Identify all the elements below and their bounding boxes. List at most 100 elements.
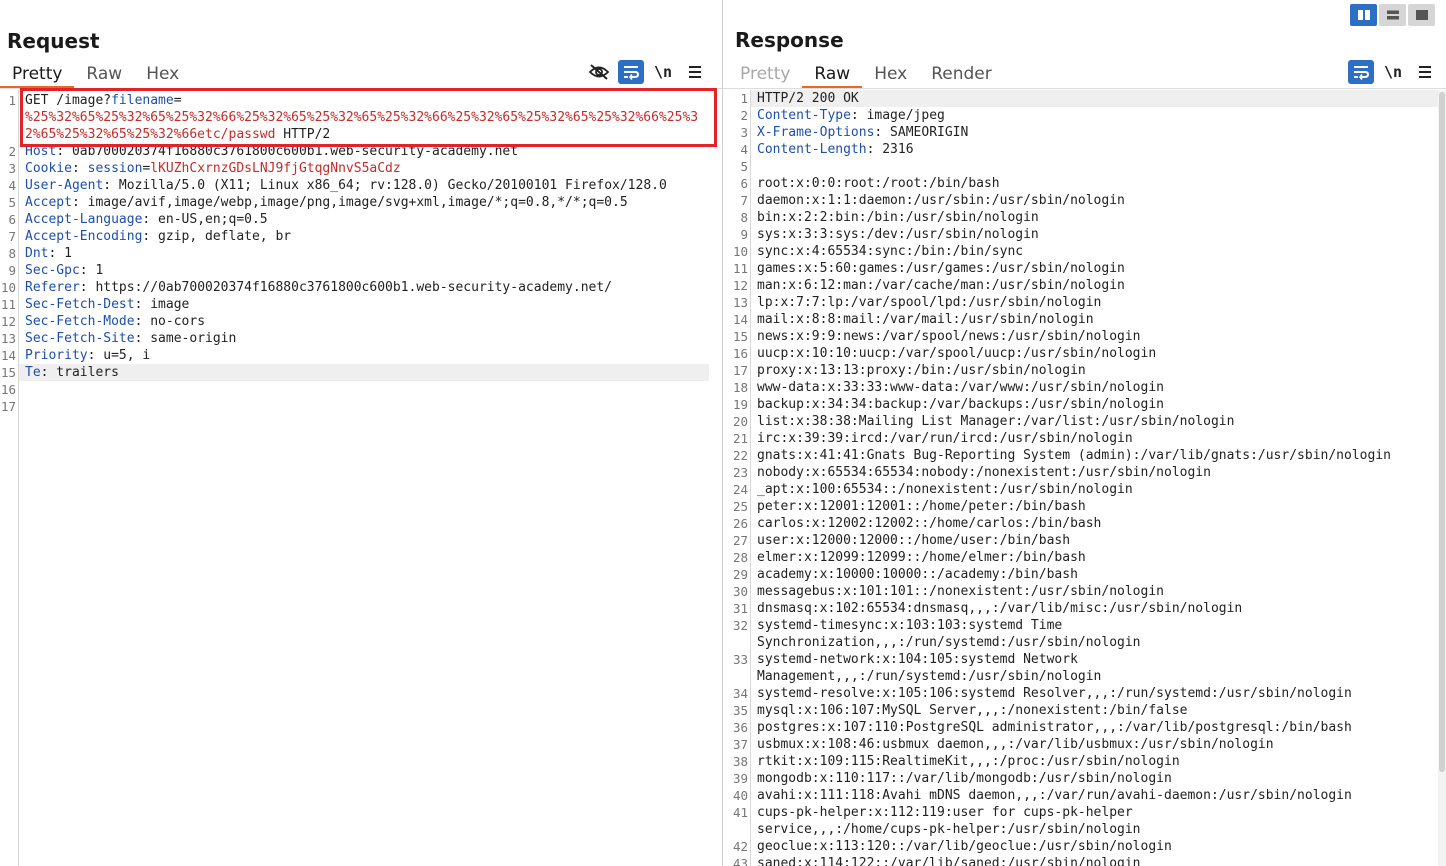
editor-line[interactable]: 7 daemon:x:1:1:daemon:/usr/sbin:/usr/sbin… (723, 192, 1446, 209)
editor-line[interactable]: 20 list:x:38:38:Mailing List Manager:/var… (723, 413, 1446, 430)
editor-line[interactable]: 27 user:x:12000:12000::/home/user:/bin/ba… (723, 532, 1446, 549)
editor-line[interactable]: 15 news:x:9:9:news:/var/spool/news:/usr/s… (723, 328, 1446, 345)
tab-raw[interactable]: Raw (802, 60, 863, 88)
line-number: 29 (732, 567, 748, 582)
editor-line[interactable]: 14 Priority: u=5, i (0, 347, 722, 364)
line-text: Accept: image/avif,image/webp,image/png,… (19, 194, 709, 211)
line-text: academy:x:10000:10000::/academy:/bin/bas… (751, 566, 1441, 583)
editor-line[interactable]: 11 games:x:5:60:games:/usr/games:/usr/sbi… (723, 260, 1446, 277)
editor-line[interactable]: 4 User-Agent: Mozilla/5.0 (X11; Linux x86… (0, 177, 722, 194)
editor-line[interactable]: 26 carlos:x:12002:12002::/home/carlos:/bi… (723, 515, 1446, 532)
line-text: systemd-resolve:x:105:106:systemd Resolv… (751, 685, 1441, 702)
layout-stacked-icon[interactable] (1379, 4, 1406, 26)
editor-line[interactable]: 23 nobody:x:65534:65534:nobody:/nonexiste… (723, 464, 1446, 481)
editor-line[interactable]: 35 mysql:x:106:107:MySQL Server,,,:/nonex… (723, 702, 1446, 719)
editor-line[interactable]: 30 messagebus:x:101:101::/nonexistent:/us… (723, 583, 1446, 600)
response-tab-rule (723, 88, 1446, 89)
editor-line[interactable]: 10 sync:x:4:65534:sync:/bin:/bin/sync (723, 243, 1446, 260)
text-segment: : Mozilla/5.0 (X11; Linux x86_64; rv:128… (103, 178, 667, 193)
line-number: 17 (0, 399, 16, 414)
request-editor[interactable]: 1 GET /image?filename= %25%32%65%25%32%65… (0, 90, 722, 866)
editor-line[interactable]: 6 Accept-Language: en-US,en;q=0.5 (0, 211, 722, 228)
editor-line[interactable]: 16 (0, 381, 722, 398)
editor-line[interactable]: 1 HTTP/2 200 OK (723, 90, 1446, 107)
editor-line[interactable]: 2 Content-Type: image/jpeg (723, 107, 1446, 124)
editor-line[interactable]: 13 Sec-Fetch-Site: same-origin (0, 330, 722, 347)
line-number: 5 (8, 195, 16, 210)
editor-line[interactable]: 17 (0, 398, 722, 415)
response-editor[interactable]: 1 HTTP/2 200 OK 2 Content-Type: image/jpeg 3… (723, 90, 1446, 866)
editor-line[interactable]: 3 Cookie: session=lKUZhCxrnzGDsLNJ9fjGtqg… (0, 160, 722, 177)
editor-line[interactable]: 33 systemd-network:x:104:105:systemd Netw… (723, 651, 1446, 685)
tab-hex[interactable]: Hex (134, 60, 191, 88)
menu-icon[interactable] (1412, 60, 1438, 84)
editor-line[interactable]: 15 Te: trailers (0, 364, 722, 381)
editor-line[interactable]: 42 geoclue:x:113:120::/var/lib/geoclue:/u… (723, 838, 1446, 855)
editor-line[interactable]: 8 Dnt: 1 (0, 245, 722, 262)
editor-line[interactable]: 25 peter:x:12001:12001::/home/peter:/bin/… (723, 498, 1446, 515)
text-segment: _apt:x:100:65534::/nonexistent:/usr/sbin… (757, 482, 1133, 497)
editor-line[interactable]: 28 elmer:x:12099:12099::/home/elmer:/bin/… (723, 549, 1446, 566)
editor-line[interactable]: 13 lp:x:7:7:lp:/var/spool/lpd:/usr/sbin/n… (723, 294, 1446, 311)
editor-line[interactable]: 3 X-Frame-Options: SAMEORIGIN (723, 124, 1446, 141)
editor-line[interactable]: 12 Sec-Fetch-Mode: no-cors (0, 313, 722, 330)
line-number: 4 (8, 178, 16, 193)
editor-line[interactable]: 1 GET /image?filename= %25%32%65%25%32%65… (0, 92, 722, 143)
editor-line[interactable]: 4 Content-Length: 2316 (723, 141, 1446, 158)
menu-icon[interactable] (682, 60, 708, 84)
editor-line[interactable]: 37 usbmux:x:108:46:usbmux daemon,,,:/var/… (723, 736, 1446, 753)
line-text: news:x:9:9:news:/var/spool/news:/usr/sbi… (751, 328, 1441, 345)
hide-icon[interactable] (586, 60, 612, 84)
editor-line[interactable]: 11 Sec-Fetch-Dest: image (0, 296, 722, 313)
line-text: User-Agent: Mozilla/5.0 (X11; Linux x86_… (19, 177, 709, 194)
newline-toggle-icon[interactable]: \n (650, 60, 676, 84)
tab-pretty[interactable]: Pretty (728, 60, 802, 88)
line-number: 7 (8, 229, 16, 244)
editor-line[interactable]: 5 (723, 158, 1446, 175)
editor-line[interactable]: 9 Sec-Gpc: 1 (0, 262, 722, 279)
editor-line[interactable]: 39 mongodb:x:110:117::/var/lib/mongodb:/u… (723, 770, 1446, 787)
text-segment: backup:x:34:34:backup:/var/backups:/usr/… (757, 397, 1164, 412)
editor-line[interactable]: 8 bin:x:2:2:bin:/bin:/usr/sbin/nologin (723, 209, 1446, 226)
tab-raw[interactable]: Raw (74, 60, 134, 88)
wrap-lines-icon[interactable] (618, 60, 644, 84)
line-number: 23 (732, 465, 748, 480)
newline-toggle-icon[interactable]: \n (1380, 60, 1406, 84)
editor-line[interactable]: 21 irc:x:39:39:ircd:/var/run/ircd:/usr/sb… (723, 430, 1446, 447)
line-number: 8 (740, 210, 748, 225)
response-scroll-thumb[interactable] (1439, 92, 1445, 772)
editor-line[interactable]: 29 academy:x:10000:10000::/academy:/bin/b… (723, 566, 1446, 583)
response-scrollbar[interactable] (1438, 90, 1446, 866)
editor-line[interactable]: 6 root:x:0:0:root:/root:/bin/bash (723, 175, 1446, 192)
tab-pretty[interactable]: Pretty (0, 60, 75, 88)
line-number: 16 (0, 382, 16, 397)
editor-line[interactable]: 32 systemd-timesync:x:103:103:systemd Tim… (723, 617, 1446, 651)
editor-line[interactable]: 38 rtkit:x:109:115:RealtimeKit,,,:/proc:/… (723, 753, 1446, 770)
line-text: www-data:x:33:33:www-data:/var/www:/usr/… (751, 379, 1441, 396)
editor-line[interactable]: 16 uucp:x:10:10:uucp:/var/spool/uucp:/usr… (723, 345, 1446, 362)
editor-line[interactable]: 18 www-data:x:33:33:www-data:/var/www:/us… (723, 379, 1446, 396)
editor-line[interactable]: 40 avahi:x:111:118:Avahi mDNS daemon,,,:/… (723, 787, 1446, 804)
editor-line[interactable]: 43 saned:x:114:122::/var/lib/saned:/usr/s… (723, 855, 1446, 866)
editor-line[interactable]: 10 Referer: https://0ab700020374f16880c37… (0, 279, 722, 296)
editor-line[interactable]: 36 postgres:x:107:110:PostgreSQL administ… (723, 719, 1446, 736)
text-segment: cups-pk-helper:x:112:119:user for cups-p… (757, 805, 1141, 837)
editor-line[interactable]: 34 systemd-resolve:x:105:106:systemd Reso… (723, 685, 1446, 702)
editor-line[interactable]: 31 dnsmasq:x:102:65534:dnsmasq,,,:/var/li… (723, 600, 1446, 617)
wrap-lines-icon[interactable] (1348, 60, 1374, 84)
editor-line[interactable]: 14 mail:x:8:8:mail:/var/mail:/usr/sbin/no… (723, 311, 1446, 328)
editor-line[interactable]: 41 cups-pk-helper:x:112:119:user for cups… (723, 804, 1446, 838)
editor-line[interactable]: 12 man:x:6:12:man:/var/cache/man:/usr/sbi… (723, 277, 1446, 294)
editor-line[interactable]: 7 Accept-Encoding: gzip, deflate, br (0, 228, 722, 245)
tab-render[interactable]: Render (919, 60, 1004, 88)
editor-line[interactable]: 24 _apt:x:100:65534::/nonexistent:/usr/sb… (723, 481, 1446, 498)
layout-side-by-side-icon[interactable] (1350, 4, 1377, 26)
editor-line[interactable]: 17 proxy:x:13:13:proxy:/bin:/usr/sbin/nol… (723, 362, 1446, 379)
editor-line[interactable]: 9 sys:x:3:3:sys:/dev:/usr/sbin/nologin (723, 226, 1446, 243)
tab-hex[interactable]: Hex (862, 60, 919, 88)
editor-line[interactable]: 19 backup:x:34:34:backup:/var/backups:/us… (723, 396, 1446, 413)
layout-single-icon[interactable] (1408, 4, 1435, 26)
editor-line[interactable]: 2 Host: 0ab700020374f16880c3761800c600b1.… (0, 143, 722, 160)
editor-line[interactable]: 22 gnats:x:41:41:Gnats Bug-Reporting Syst… (723, 447, 1446, 464)
editor-line[interactable]: 5 Accept: image/avif,image/webp,image/png… (0, 194, 722, 211)
